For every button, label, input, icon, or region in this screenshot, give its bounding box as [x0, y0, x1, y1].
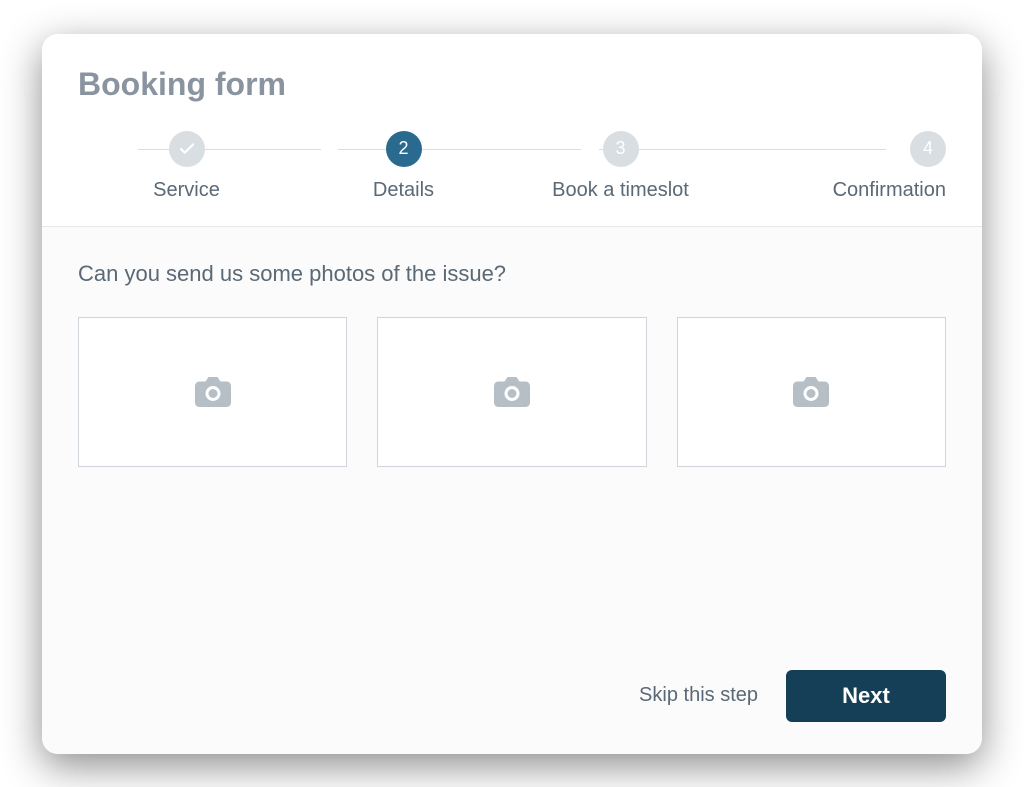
photo-upload-slot[interactable] — [677, 317, 946, 467]
skip-link[interactable]: Skip this step — [639, 684, 758, 707]
step-number-icon: 4 — [910, 131, 946, 167]
modal-header: Booking form Service 2 Details 3 Book a … — [42, 34, 982, 226]
step-label: Service — [153, 179, 220, 202]
step-number-icon: 2 — [386, 131, 422, 167]
step-timeslot[interactable]: 3 Book a timeslot — [512, 131, 729, 202]
step-details[interactable]: 2 Details — [295, 131, 512, 202]
modal-footer: Skip this step Next — [42, 646, 982, 754]
next-button[interactable]: Next — [786, 670, 946, 722]
step-label: Book a timeslot — [552, 179, 689, 202]
camera-icon — [494, 377, 530, 407]
photo-upload-slot[interactable] — [377, 317, 646, 467]
stepper: Service 2 Details 3 Book a timeslot 4 Co… — [78, 131, 946, 226]
check-icon — [169, 131, 205, 167]
page-title: Booking form — [78, 66, 946, 103]
modal-body: Can you send us some photos of the issue… — [42, 227, 982, 646]
step-confirmation[interactable]: 4 Confirmation — [729, 131, 946, 202]
step-number-icon: 3 — [603, 131, 639, 167]
photo-upload-slot[interactable] — [78, 317, 347, 467]
step-label: Confirmation — [833, 179, 946, 202]
camera-icon — [793, 377, 829, 407]
step-service[interactable]: Service — [78, 131, 295, 202]
step-label: Details — [373, 179, 434, 202]
upload-grid — [78, 317, 946, 467]
camera-icon — [195, 377, 231, 407]
question-text: Can you send us some photos of the issue… — [78, 261, 946, 287]
booking-modal: Booking form Service 2 Details 3 Book a … — [42, 34, 982, 754]
